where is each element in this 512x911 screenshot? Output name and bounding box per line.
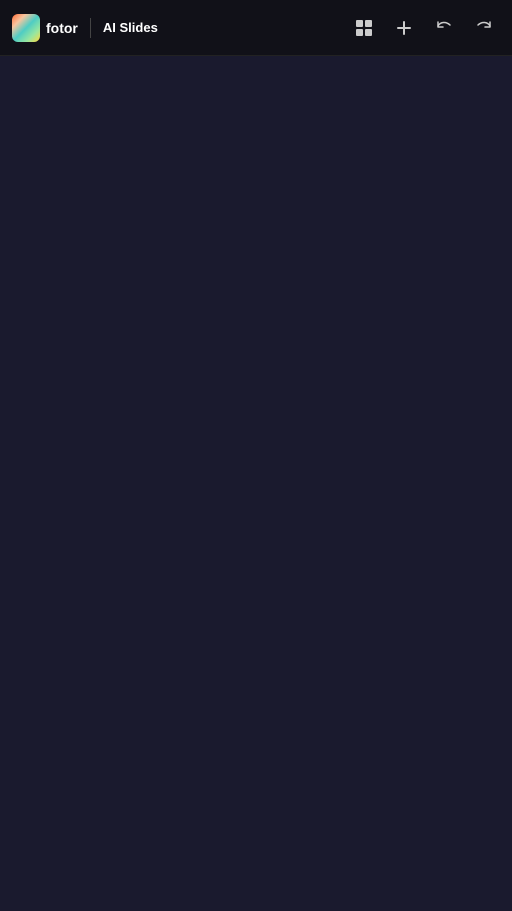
app-brand-name: fotor: [46, 20, 78, 36]
redo-icon: [474, 18, 494, 38]
plus-icon: [394, 18, 414, 38]
brand-logo-area: fotor: [12, 14, 78, 42]
topbar-divider: [90, 18, 91, 38]
grid-view-button[interactable]: [348, 12, 380, 44]
add-button[interactable]: [388, 12, 420, 44]
app-subtitle: AI Slides: [103, 20, 158, 35]
undo-icon: [434, 18, 454, 38]
grid-icon: [354, 18, 374, 38]
app-topbar: fotor AI Slides: [0, 0, 512, 56]
app-logo: [12, 14, 40, 42]
redo-button[interactable]: [468, 12, 500, 44]
topbar-actions: [348, 12, 500, 44]
undo-button[interactable]: [428, 12, 460, 44]
